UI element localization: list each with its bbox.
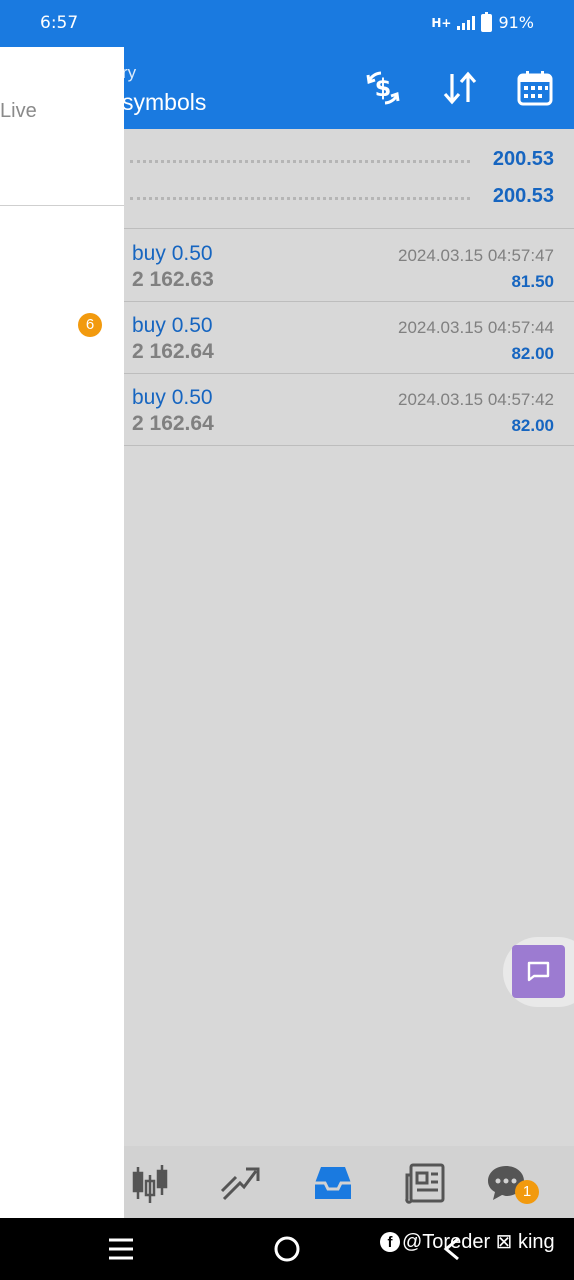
svg-text:$: $ [375, 74, 392, 102]
watermark: f @Toreder ⊠ king [380, 1229, 555, 1254]
nav-quotes-chart-icon[interactable] [128, 1161, 172, 1205]
nav-history-inbox-icon[interactable] [311, 1161, 355, 1205]
leader-dots [130, 160, 470, 163]
battery-icon [481, 11, 493, 32]
currency-exchange-icon[interactable]: $ [364, 69, 402, 107]
deal-profit: 82.00 [511, 416, 554, 435]
facebook-logo-icon: f [380, 1231, 400, 1252]
network-type: H+ [431, 15, 452, 30]
nav-news-icon[interactable] [403, 1161, 447, 1205]
deal-time: 2024.03.15 04:57:44 [398, 318, 554, 337]
deal-type: buy 0.50 [120, 242, 213, 266]
deal-type: buy 0.50 [120, 386, 213, 410]
drawer-notification-badge: 6 [78, 313, 102, 337]
deal-type: buy 0.50 [120, 314, 213, 338]
status-bar: 6:57 H+ 91% [0, 0, 574, 47]
recent-apps-icon[interactable] [107, 1236, 135, 1262]
status-time: 6:57 [40, 13, 79, 33]
battery-percent: 91% [498, 13, 534, 32]
leader-dots [130, 197, 470, 200]
header-title[interactable]: symbols [122, 89, 206, 116]
deal-price: 2 162.64 [132, 412, 214, 435]
signal-icon [457, 15, 476, 30]
floating-chat-button[interactable] [512, 945, 565, 998]
drawer-live-label[interactable]: Live [0, 100, 37, 123]
watermark-text: @Toreder ⊠ king [402, 1231, 555, 1253]
nav-trade-icon[interactable] [218, 1161, 262, 1205]
total-row: 200.53 [130, 148, 554, 172]
deal-price: 2 162.64 [132, 340, 214, 363]
drawer-divider [0, 205, 124, 206]
deal-profit: 81.50 [511, 272, 554, 291]
home-icon[interactable] [273, 1235, 301, 1263]
navigation-drawer: Live 6 [0, 47, 124, 1218]
deal-profit: 82.00 [511, 344, 554, 363]
sort-icon[interactable] [441, 69, 479, 107]
messages-badge: 1 [515, 1180, 539, 1204]
message-icon [527, 961, 550, 982]
deal-time: 2024.03.15 04:57:42 [398, 390, 554, 409]
header-subtitle: ry [122, 63, 137, 82]
total-value: 200.53 [492, 148, 554, 170]
deal-price: 2 162.63 [132, 268, 214, 291]
total-value: 200.53 [492, 185, 554, 207]
deal-time: 2024.03.15 04:57:47 [398, 246, 554, 265]
total-row: 200.53 [130, 185, 554, 209]
status-indicators: H+ 91% [431, 11, 534, 32]
bottom-navigation [124, 1146, 574, 1218]
calendar-icon[interactable] [516, 69, 554, 107]
